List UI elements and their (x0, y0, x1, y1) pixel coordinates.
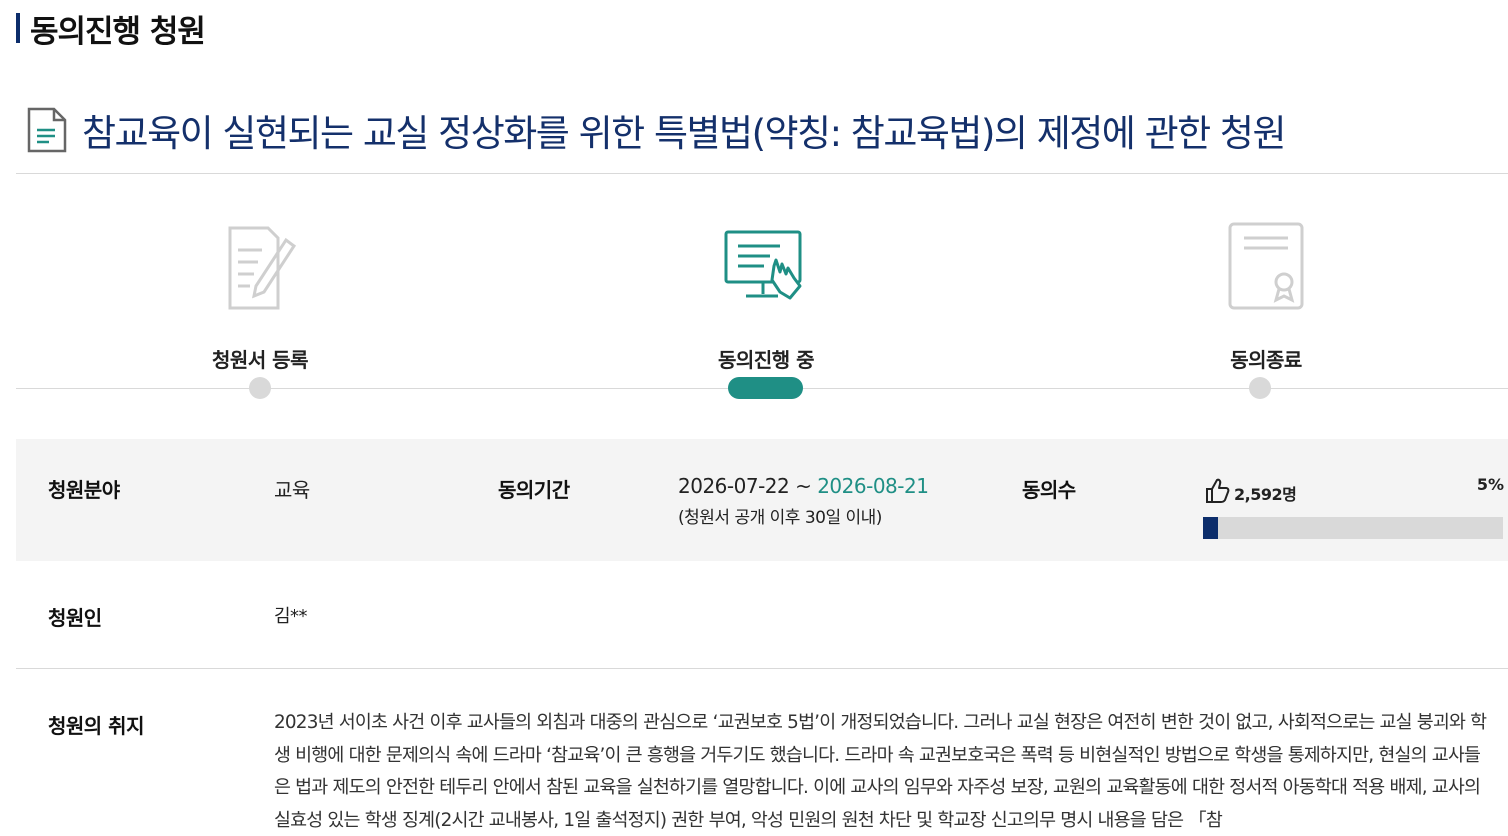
purpose-text: 2023년 서이초 사건 이후 교사들의 외침과 대중의 관심으로 ‘교권보호 … (274, 712, 1487, 831)
agreement-percent: 5% (1476, 475, 1504, 494)
document-edit-icon (228, 226, 297, 310)
step-in-progress: 동의진행 중 (656, 220, 876, 373)
thumbs-up-icon (1206, 478, 1230, 503)
document-icon (27, 107, 67, 153)
petitioner-value: 김** (274, 606, 308, 627)
agreement-count: 2,592명 (1234, 485, 1297, 504)
step-registration: 청원서 등록 (150, 220, 370, 373)
step-label: 동의진행 중 (718, 348, 814, 372)
period-value: 2026-07-22 ~ 2026-08-21 (678, 474, 929, 498)
period-start: 2026-07-22 ~ (678, 474, 818, 498)
section-title: 동의진행 청원 (30, 13, 206, 50)
period-note: (청원서 공개 이후 30일 이내) (678, 508, 882, 528)
step-closed: 동의종료 (1156, 220, 1376, 373)
heading-accent-bar (16, 13, 20, 43)
petition-title-row: 참교육이 실현되는 교실 정상화를 위한 특별법(약칭: 참교육법)의 제정에 … (26, 104, 1287, 156)
step-dot-closed (1249, 377, 1271, 399)
step-label: 청원서 등록 (212, 348, 308, 372)
row-divider (16, 668, 1508, 669)
field-label: 청원분야 (48, 478, 120, 502)
period-label: 동의기간 (498, 478, 570, 502)
count-label: 동의수 (1022, 478, 1076, 502)
purpose-label: 청원의 취지 (48, 714, 144, 738)
section-heading: 동의진행 청원 (16, 8, 206, 50)
step-dot-registration (249, 377, 271, 399)
agreement-progress-bar (1203, 517, 1503, 539)
petitioner-label: 청원인 (48, 606, 102, 630)
certificate-icon (1228, 222, 1304, 310)
period-end: 2026-08-21 (817, 474, 929, 498)
petition-title: 참교육이 실현되는 교실 정상화를 위한 특별법(약칭: 참교육법)의 제정에 … (82, 112, 1287, 155)
step-dot-in-progress (728, 377, 803, 399)
step-label: 동의종료 (1230, 348, 1302, 372)
monitor-click-icon (724, 230, 802, 300)
title-divider (16, 173, 1508, 174)
field-value: 교육 (274, 478, 310, 502)
agreement-progress-fill (1203, 517, 1218, 539)
